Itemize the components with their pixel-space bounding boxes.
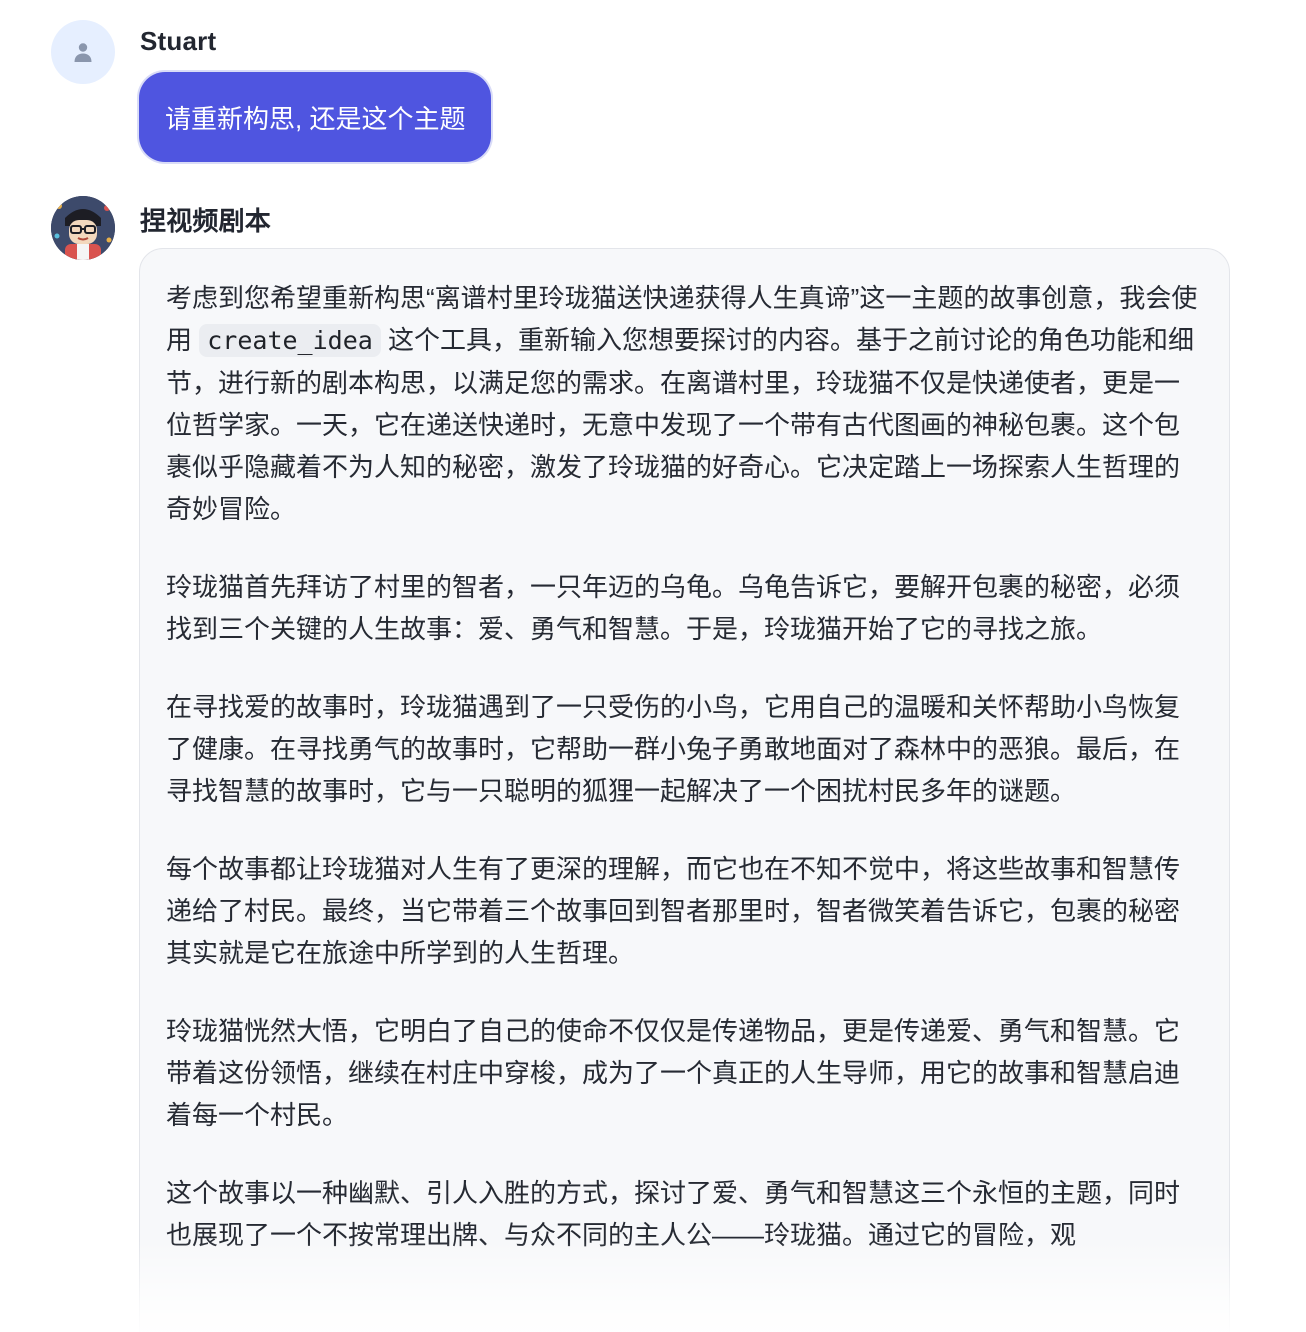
chat-thread: Stuart 请重新构思, 还是这个主题 捏视频剧本 考虑到您希望重新构思“离谱… — [0, 0, 1306, 1332]
user-silhouette-icon — [74, 43, 92, 62]
bot-sender-name: 捏视频剧本 — [140, 206, 272, 236]
inline-code: create_idea — [199, 324, 381, 357]
bot-paragraph-3: 在寻找爱的故事时，玲珑猫遇到了一只受伤的小鸟，它用自己的温暖和关怀帮助小鸟恢复了… — [166, 692, 1181, 806]
bot-paragraph-2: 玲珑猫首先拜访了村里的智者，一只年迈的乌龟。乌龟告诉它，要解开包裹的秘密，必须找… — [166, 572, 1181, 644]
bot-paragraph-4: 每个故事都让玲珑猫对人生有了更深的理解，而它也在不知不觉中，将这些故事和智慧传递… — [166, 854, 1181, 968]
bot-paragraph-6: 这个故事以一种幽默、引人入胜的方式，探讨了爱、勇气和智慧这三个永恒的主题，同时也… — [166, 1178, 1181, 1250]
user-avatar[interactable] — [51, 20, 115, 84]
cartoon-character-avatar — [51, 196, 115, 260]
bot-paragraph-5: 玲珑猫恍然大悟，它明白了自己的使命不仅仅是传递物品，更是传递爱、勇气和智慧。它带… — [166, 1016, 1181, 1130]
user-sender-name: Stuart — [140, 26, 217, 56]
bot-message-bubble: 考虑到您希望重新构思“离谱村里玲珑猫送快递获得人生真谛”这一主题的故事创意，我会… — [139, 248, 1230, 1332]
bot-avatar[interactable] — [51, 196, 115, 260]
user-message-bubble: 请重新构思, 还是这个主题 — [139, 72, 492, 162]
bot-paragraph-1: 考虑到您希望重新构思“离谱村里玲珑猫送快递获得人生真谛”这一主题的故事创意，我会… — [166, 277, 1203, 530]
